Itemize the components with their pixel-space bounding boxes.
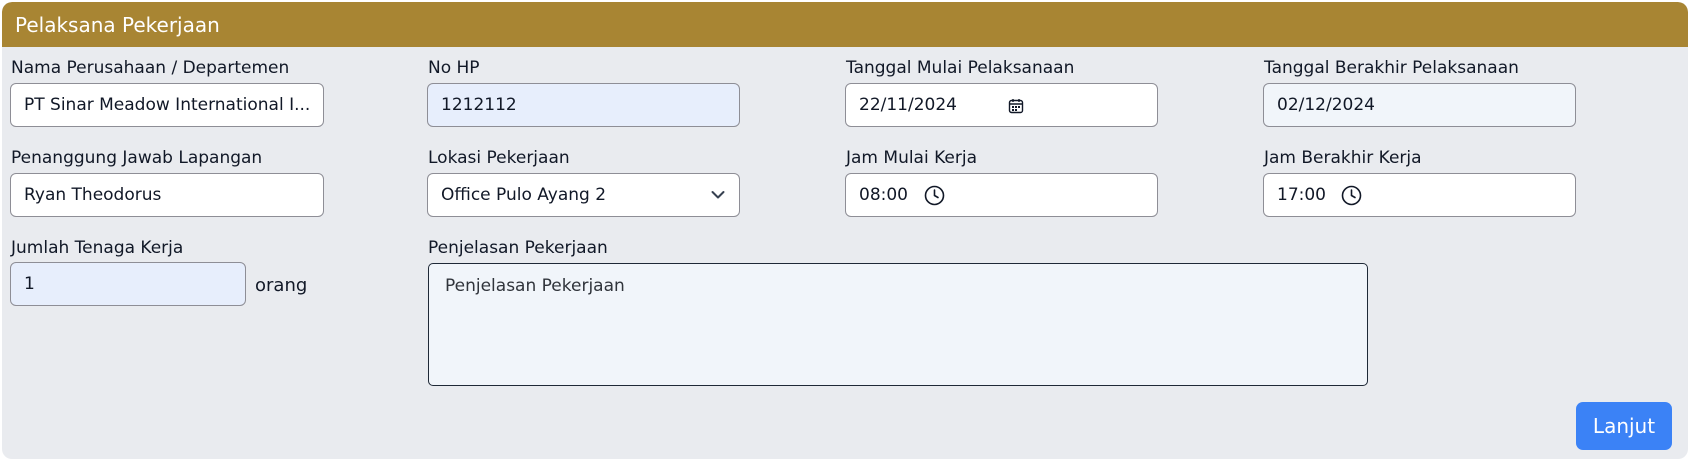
end-date-label: Tanggal Berakhir Pelaksanaan xyxy=(1264,58,1519,78)
description-textarea[interactable]: Penjelasan Pekerjaan xyxy=(428,263,1368,386)
panel-title: Pelaksana Pekerjaan xyxy=(15,13,220,37)
end-time-value: 17:00 xyxy=(1277,185,1326,205)
start-date-input[interactable]: 22/11/2024 xyxy=(845,83,1158,127)
panel-header: Pelaksana Pekerjaan xyxy=(2,2,1688,47)
next-button[interactable]: Lanjut xyxy=(1576,402,1672,450)
location-label: Lokasi Pekerjaan xyxy=(428,148,570,168)
phone-label: No HP xyxy=(428,58,480,78)
start-time-label: Jam Mulai Kerja xyxy=(846,148,977,168)
phone-value: 1212112 xyxy=(441,95,517,115)
phone-input[interactable]: 1212112 xyxy=(427,83,740,127)
company-value: PT Sinar Meadow International I... xyxy=(24,95,311,115)
start-time-input[interactable]: 08:00 xyxy=(845,173,1158,217)
form-panel: Pelaksana Pekerjaan Nama Perusahaan / De… xyxy=(2,2,1688,459)
description-placeholder: Penjelasan Pekerjaan xyxy=(445,276,625,296)
clock-icon[interactable] xyxy=(1341,185,1362,206)
field-pic-label: Penanggung Jawab Lapangan xyxy=(11,148,263,168)
location-select[interactable]: Office Pulo Ayang 2 xyxy=(427,173,740,217)
company-input[interactable]: PT Sinar Meadow International I... xyxy=(10,83,324,127)
workers-input[interactable]: 1 xyxy=(10,262,246,306)
start-time-value: 08:00 xyxy=(859,185,908,205)
start-date-value: 22/11/2024 xyxy=(859,95,957,115)
clock-icon[interactable] xyxy=(924,185,945,206)
workers-unit: orang xyxy=(255,275,308,296)
company-label: Nama Perusahaan / Departemen xyxy=(11,58,290,78)
end-date-value: 02/12/2024 xyxy=(1277,95,1375,115)
description-label: Penjelasan Pekerjaan xyxy=(428,238,608,258)
workers-label: Jumlah Tenaga Kerja xyxy=(11,238,184,258)
calendar-icon[interactable] xyxy=(1008,98,1024,114)
end-time-label: Jam Berakhir Kerja xyxy=(1264,148,1422,168)
start-date-label: Tanggal Mulai Pelaksanaan xyxy=(846,58,1075,78)
end-time-input[interactable]: 17:00 xyxy=(1263,173,1576,217)
field-pic-input[interactable]: Ryan Theodorus xyxy=(10,173,324,217)
location-value: Office Pulo Ayang 2 xyxy=(441,185,607,205)
end-date-input[interactable]: 02/12/2024 xyxy=(1263,83,1576,127)
field-pic-value: Ryan Theodorus xyxy=(24,185,162,205)
workers-value: 1 xyxy=(24,274,35,294)
chevron-down-icon xyxy=(711,191,725,199)
